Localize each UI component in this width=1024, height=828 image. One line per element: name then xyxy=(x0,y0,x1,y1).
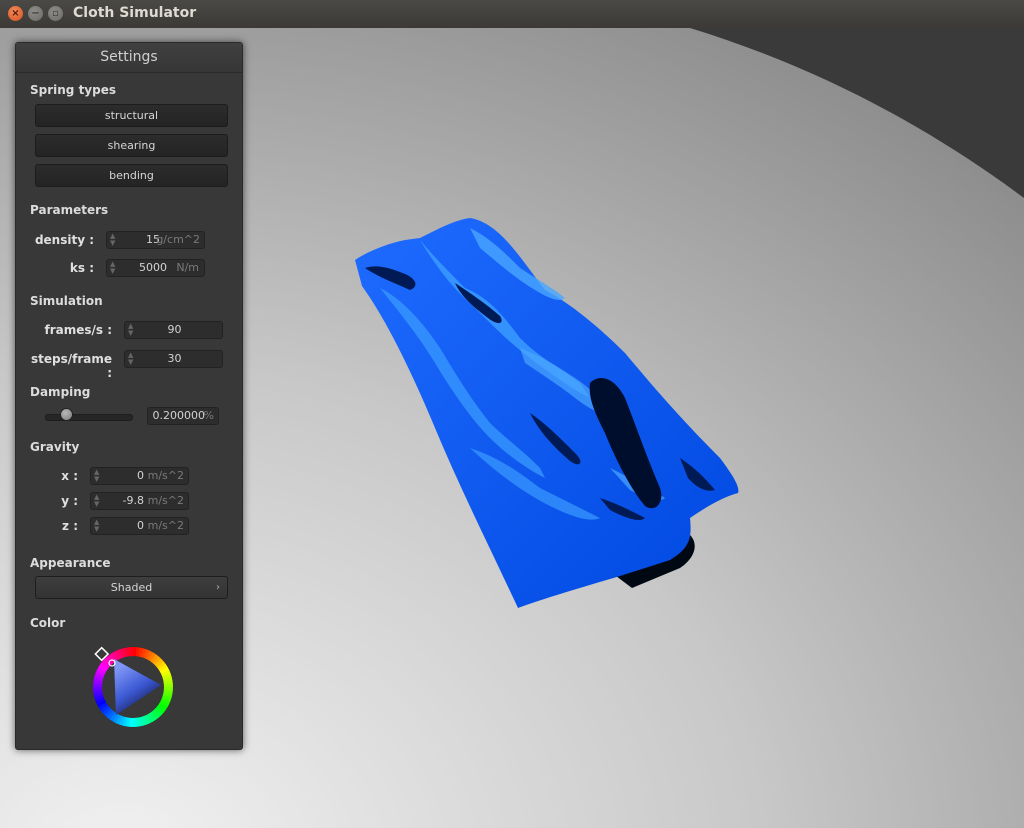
simulation-label: Simulation xyxy=(30,294,103,308)
ks-label: ks : xyxy=(69,261,94,275)
gravity-x-unit: m/s^2 xyxy=(147,469,184,482)
gravity-z-field[interactable]: ▲ ▼ 0 m/s^2 xyxy=(90,517,189,535)
panel-title: Settings xyxy=(16,43,242,73)
ks-value: 5000 xyxy=(139,261,167,274)
window-title: Cloth Simulator xyxy=(73,5,197,21)
gravity-y-label: y : xyxy=(61,494,78,508)
damping-unit: % xyxy=(203,409,214,422)
color-wheel[interactable] xyxy=(86,640,180,734)
settings-panel: Settings Spring types structural shearin… xyxy=(15,42,243,750)
gravity-z-value: 0 xyxy=(137,519,144,532)
density-field[interactable]: ▲ ▼ 15 g/cm^2 xyxy=(106,231,205,249)
chevron-right-icon: › xyxy=(216,582,220,593)
damping-slider-track[interactable] xyxy=(45,414,133,421)
frames-value: 90 xyxy=(167,323,182,336)
maximize-icon[interactable]: ▫ xyxy=(48,6,63,21)
spinner-arrows-icon[interactable]: ▲ ▼ xyxy=(94,519,99,533)
spinner-arrows-icon[interactable]: ▲ ▼ xyxy=(110,233,115,247)
gravity-x-field[interactable]: ▲ ▼ 0 m/s^2 xyxy=(90,467,189,485)
spring-types-label: Spring types xyxy=(30,83,117,97)
appearance-label: Appearance xyxy=(30,556,111,570)
shearing-button[interactable]: shearing xyxy=(35,134,228,157)
ks-unit: N/m xyxy=(176,261,199,274)
color-label: Color xyxy=(30,616,66,630)
damping-field[interactable]: 0.200000 % xyxy=(147,407,219,425)
damping-label: Damping xyxy=(30,385,91,399)
frames-field[interactable]: ▲ ▼ 90 xyxy=(124,321,223,339)
gravity-x-label: x : xyxy=(61,469,78,483)
gravity-label: Gravity xyxy=(30,440,80,454)
appearance-dropdown[interactable]: Shaded › xyxy=(35,576,228,599)
spinner-arrows-icon[interactable]: ▲ ▼ xyxy=(94,469,99,483)
gravity-z-unit: m/s^2 xyxy=(147,519,184,532)
damping-slider-handle[interactable] xyxy=(60,408,73,421)
minimize-icon[interactable]: − xyxy=(28,6,43,21)
close-icon[interactable]: × xyxy=(8,6,23,21)
structural-button[interactable]: structural xyxy=(35,104,228,127)
spinner-arrows-icon[interactable]: ▲ ▼ xyxy=(94,494,99,508)
gravity-y-value: -9.8 xyxy=(122,494,144,507)
gravity-y-field[interactable]: ▲ ▼ -9.8 m/s^2 xyxy=(90,492,189,510)
gravity-x-value: 0 xyxy=(137,469,144,482)
parameters-label: Parameters xyxy=(30,203,109,217)
spinner-arrows-icon[interactable]: ▲ ▼ xyxy=(110,261,115,275)
steps-value: 30 xyxy=(167,352,182,365)
ks-field[interactable]: ▲ ▼ 5000 N/m xyxy=(106,259,205,277)
gravity-z-label: z : xyxy=(62,519,78,533)
appearance-selected: Shaded xyxy=(110,581,153,594)
steps-label: steps/frame : xyxy=(30,352,112,380)
density-label: density : xyxy=(34,233,94,247)
frames-label: frames/s : xyxy=(44,323,112,337)
density-unit: g/cm^2 xyxy=(156,233,200,246)
gravity-y-unit: m/s^2 xyxy=(147,494,184,507)
bending-button[interactable]: bending xyxy=(35,164,228,187)
title-bar: × − ▫ Cloth Simulator xyxy=(0,0,1024,29)
damping-value: 0.200000 xyxy=(152,409,206,422)
steps-field[interactable]: ▲ ▼ 30 xyxy=(124,350,223,368)
